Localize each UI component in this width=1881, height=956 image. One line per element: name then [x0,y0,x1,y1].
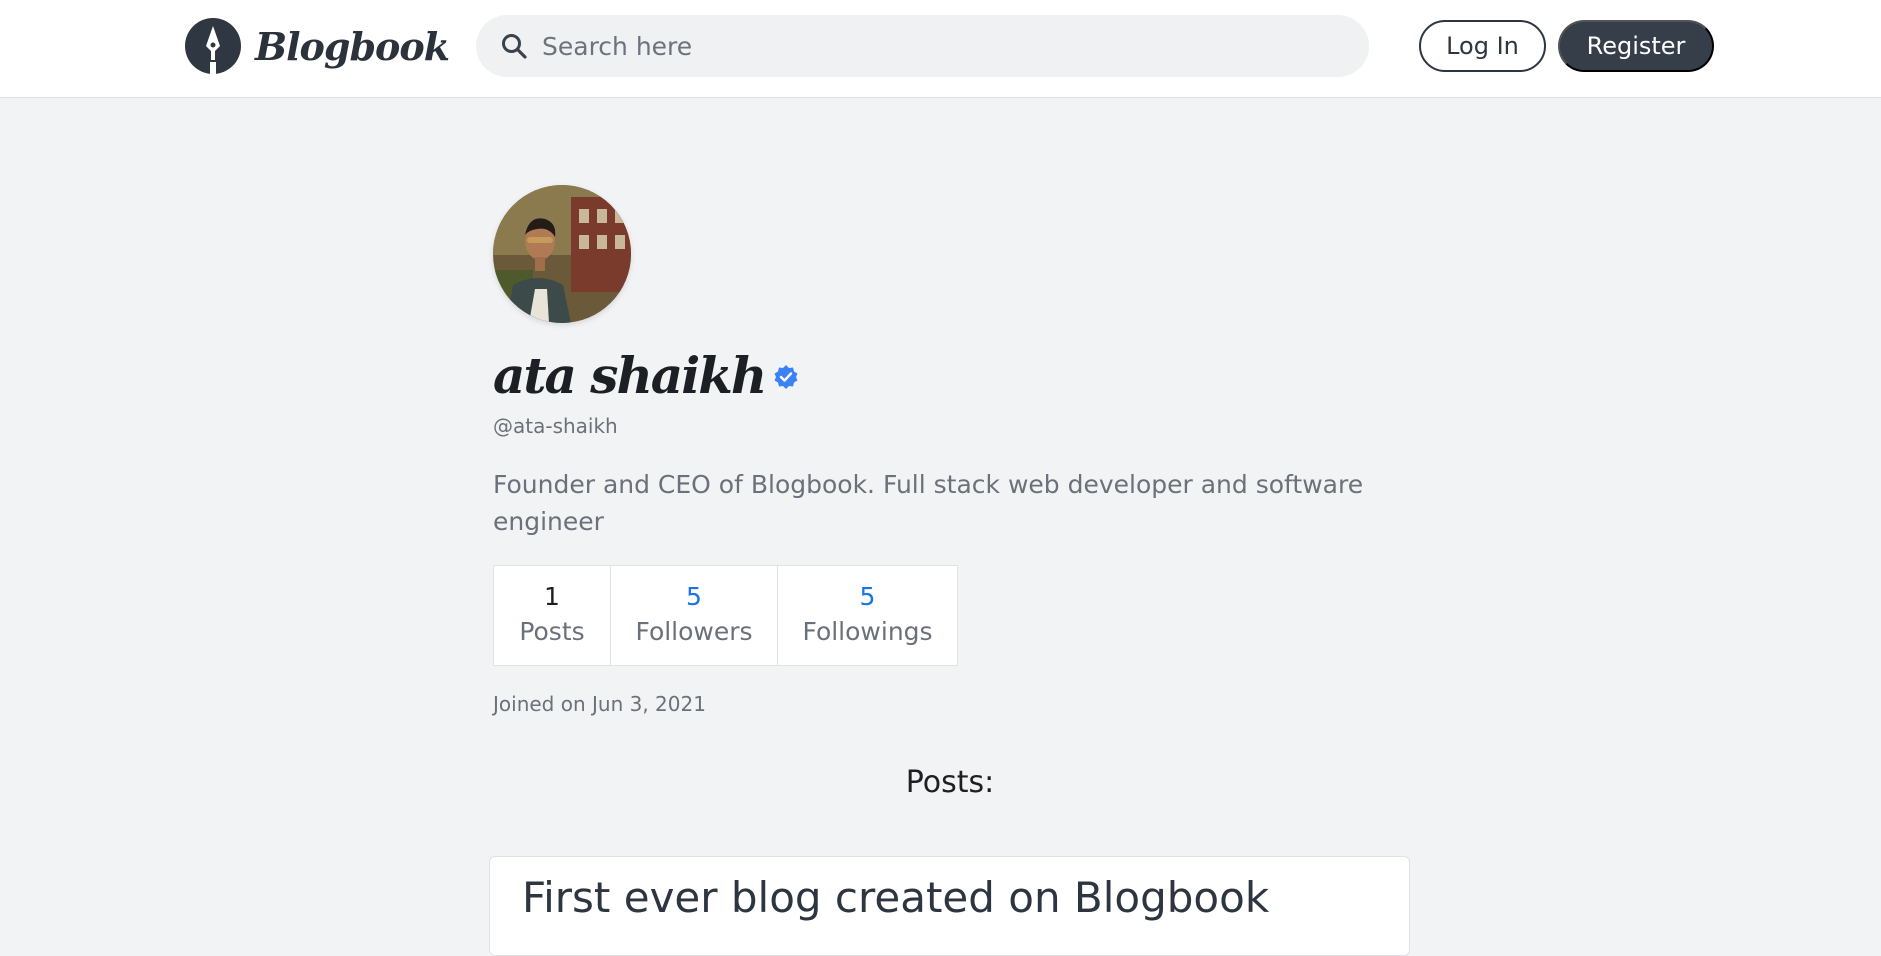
stat-followings[interactable]: 5 Followings [778,566,957,665]
avatar-photo [493,185,631,323]
profile-stats: 1 Posts 5 Followers 5 Followings [493,565,958,666]
search-bar[interactable] [476,15,1369,77]
register-button[interactable]: Register [1558,20,1714,72]
profile-name: ata shaikh [493,345,767,405]
pen-nib-icon [185,18,241,74]
stat-posts-label: Posts [519,616,585,646]
stat-followings-label: Followings [802,616,933,646]
profile-bio: Founder and CEO of Blogbook. Full stack … [493,470,1364,536]
stat-posts-value: 1 [544,581,560,611]
stat-followings-value[interactable]: 5 [860,581,876,613]
profile-username: @ata-shaikh [493,414,618,438]
profile-name-row: ata shaikh [493,340,799,410]
stat-followers-value[interactable]: 5 [686,581,702,613]
post-card[interactable]: First ever blog created on Blogbook [489,856,1410,956]
stat-followers[interactable]: 5 Followers [611,566,778,665]
top-navbar: Blogbook Log In Register [0,0,1881,98]
login-button[interactable]: Log In [1419,20,1546,72]
brand-logo-link[interactable]: Blogbook [185,17,450,75]
joined-date: Joined on Jun 3, 2021 [493,692,706,716]
post-title[interactable]: First ever blog created on Blogbook [522,873,1269,922]
verified-badge-icon [774,365,798,389]
avatar [493,185,631,323]
brand-name: Blogbook [255,23,450,69]
search-icon [502,34,527,59]
stat-posts: 1 Posts [494,566,611,665]
search-input[interactable] [540,30,1340,62]
posts-heading: Posts: [905,765,995,800]
stat-followers-label: Followers [635,616,753,646]
